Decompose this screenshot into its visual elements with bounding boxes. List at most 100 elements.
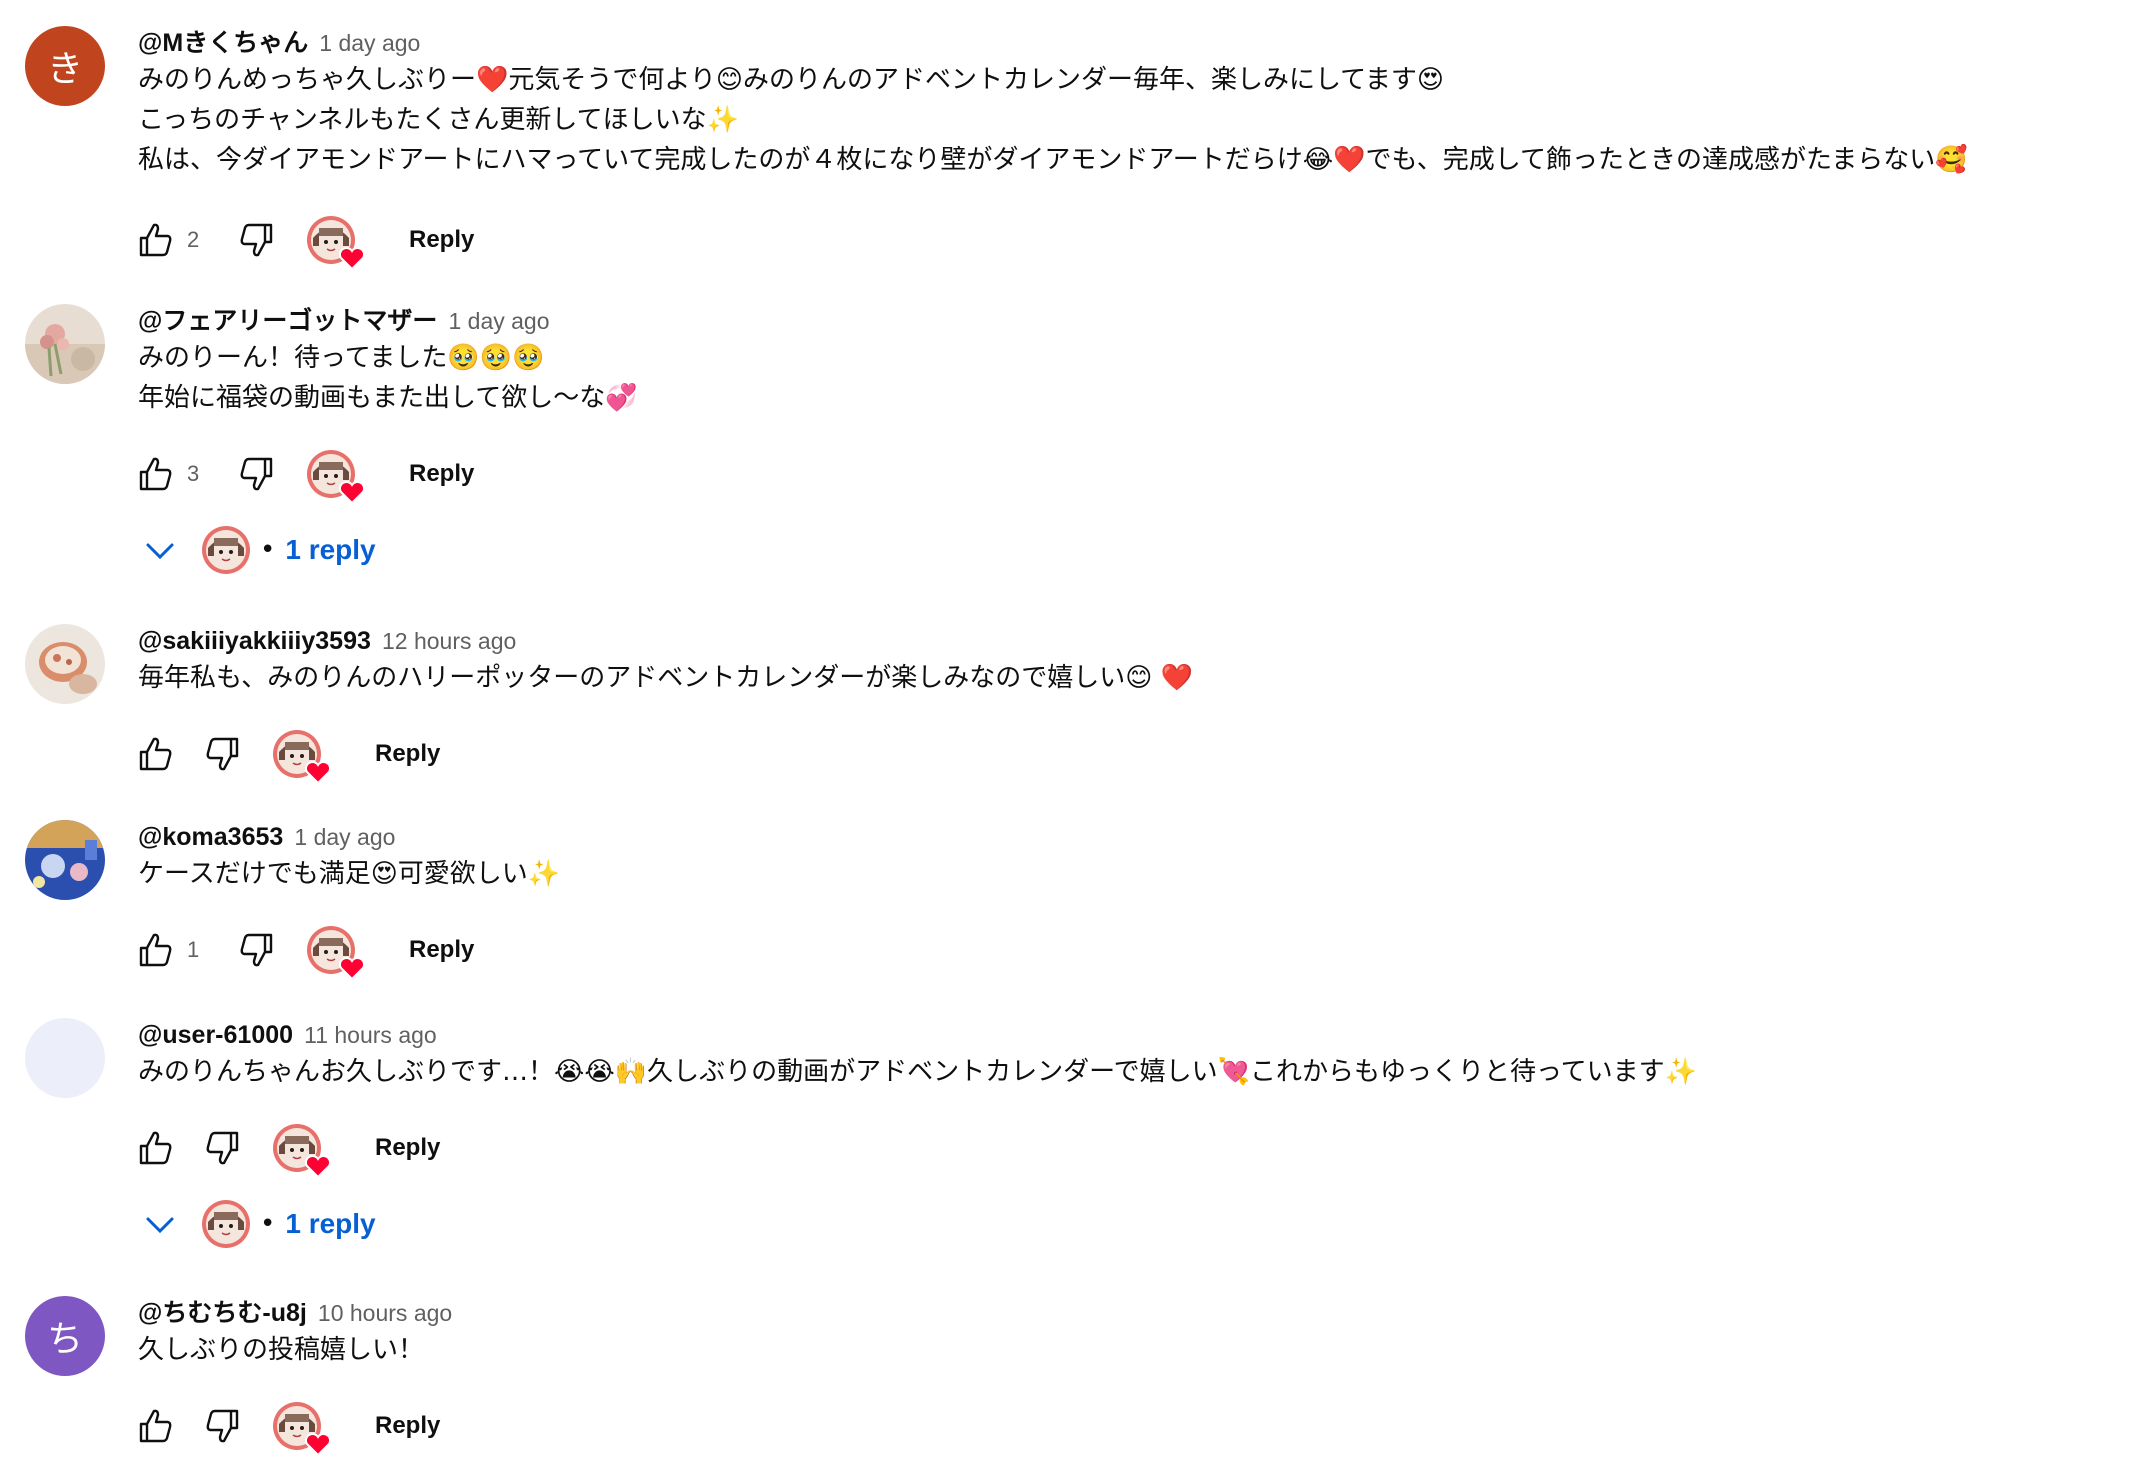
comment-text-line: みのりんちゃんお久しぶりです…！😭😭🙌久しぶりの動画がアドベントカレンダーで嬉し…	[138, 1057, 1698, 1087]
like-button[interactable]	[133, 1404, 177, 1448]
like-button[interactable]	[133, 1126, 177, 1170]
thumb-down-icon	[203, 1406, 243, 1446]
thumb-down-icon	[203, 1128, 243, 1168]
timestamp[interactable]: 1 day ago	[448, 308, 549, 334]
comment-body: @koma3653 1 day ago ケースだけでも満足😍可愛欲しい✨	[138, 820, 2138, 894]
comment-text-line: 私は、今ダイアモンドアートにハマっていて完成したのが４枚になり壁がダイアモンドア…	[138, 145, 1968, 175]
reply-button[interactable]: Reply	[355, 1124, 460, 1172]
author-name[interactable]: @user-61000	[138, 1021, 293, 1049]
thumb-down-icon	[237, 220, 277, 260]
heart-icon	[305, 1432, 331, 1456]
creator-heart	[307, 450, 355, 498]
thumb-down-icon	[203, 734, 243, 774]
avatar[interactable]	[25, 1018, 105, 1098]
flower-photo-icon	[25, 304, 105, 384]
avatar[interactable]	[25, 820, 105, 900]
view-replies-button[interactable]: • 1 reply	[140, 522, 376, 578]
thumb-up-icon	[135, 734, 175, 774]
comment-text-line: 年始に福袋の動画もまた出して欲し〜な💞	[138, 383, 638, 413]
comment-text-line: ケースだけでも満足😍可愛欲しい✨	[138, 859, 561, 889]
timestamp[interactable]: 11 hours ago	[304, 1022, 437, 1048]
comment-actions: 3 Reply	[133, 446, 494, 502]
author-name[interactable]: @ちむちむ-u8j	[138, 1299, 307, 1327]
creator-heart	[273, 1124, 321, 1172]
author-name[interactable]: @フェアリーゴットマザー	[138, 307, 437, 335]
view-replies-button[interactable]: • 1 reply	[140, 1196, 376, 1252]
avatar[interactable]: き	[25, 26, 105, 106]
dislike-button[interactable]	[235, 928, 279, 972]
separator-dot: •	[260, 535, 276, 565]
creator-avatar-icon	[202, 526, 250, 574]
comment-header: @user-61000 11 hours ago	[138, 1018, 2138, 1052]
reply-button[interactable]: Reply	[389, 926, 494, 974]
comment-body: @Mきくちゃん 1 day ago みのりんめっちゃ久しぶりー❤️元気そうで何よ…	[138, 26, 2138, 180]
creator-heart	[273, 1402, 321, 1450]
replies-count: 1 reply	[285, 534, 376, 565]
comment-actions: Reply	[133, 726, 460, 782]
like-button[interactable]	[133, 218, 177, 262]
like-count: 3	[187, 461, 200, 486]
dislike-button[interactable]	[201, 732, 245, 776]
reply-button[interactable]: Reply	[355, 1402, 460, 1450]
creator-heart	[273, 730, 321, 778]
creator-avatar-icon	[202, 1200, 250, 1248]
comment-body: @フェアリーゴットマザー 1 day ago みのりーん！待ってました🥹🥹🥹 年…	[138, 304, 2138, 418]
comment-text-line: こっちのチャンネルもたくさん更新してほしいな✨	[138, 105, 739, 135]
replies-count: 1 reply	[285, 1208, 376, 1239]
heart-icon	[339, 480, 365, 504]
comment-actions: 1 Reply	[133, 922, 494, 978]
comment-text-line: 毎年私も、みのりんのハリーポッターのアドベントカレンダーが楽しみなので嬉しい😊 …	[138, 663, 1193, 693]
comment-body: @user-61000 11 hours ago みのりんちゃんお久しぶりです……	[138, 1018, 2138, 1092]
like-count: 1	[187, 937, 200, 962]
like-button[interactable]	[133, 928, 177, 972]
comment-actions: 2 Reply	[133, 212, 494, 268]
thumb-up-icon	[135, 454, 175, 494]
timestamp[interactable]: 1 day ago	[294, 824, 395, 850]
comment-text-line: 久しぶりの投稿嬉しい！	[138, 1335, 425, 1365]
thumb-down-icon	[237, 454, 277, 494]
like-button[interactable]	[133, 732, 177, 776]
thumb-up-icon	[135, 1406, 175, 1446]
avatar[interactable]	[25, 304, 105, 384]
comment-body: @sakiiiyakkiiiy3593 12 hours ago 毎年私も、みの…	[138, 624, 2138, 698]
thumb-up-icon	[135, 1128, 175, 1168]
comment-body: @ちむちむ-u8j 10 hours ago 久しぶりの投稿嬉しい！	[138, 1296, 2138, 1370]
creator-heart	[307, 926, 355, 974]
author-name[interactable]: @koma3653	[138, 823, 283, 851]
separator-dot: •	[260, 1209, 276, 1239]
blue-photo-icon	[25, 820, 105, 900]
author-name[interactable]: @Mきくちゃん	[138, 29, 308, 57]
comment-text-line: みのりんめっちゃ久しぶりー❤️元気そうで何より😊みのりんのアドベントカレンダー毎…	[138, 65, 1444, 95]
comment-header: @フェアリーゴットマザー 1 day ago	[138, 304, 2138, 338]
thumb-up-icon	[135, 220, 175, 260]
avatar[interactable]	[25, 624, 105, 704]
heart-icon	[339, 246, 365, 270]
dislike-button[interactable]	[201, 1126, 245, 1170]
timestamp[interactable]: 12 hours ago	[382, 628, 516, 654]
avatar-letter: ち	[46, 1319, 83, 1360]
timestamp[interactable]: 1 day ago	[319, 30, 420, 56]
avatar[interactable]: ち	[25, 1296, 105, 1376]
comment-text-line: みのりーん！待ってました🥹🥹🥹	[138, 343, 545, 373]
comment-actions: Reply	[133, 1120, 460, 1176]
comment-header: @sakiiiyakkiiiy3593 12 hours ago	[138, 624, 2138, 658]
like-button[interactable]	[133, 452, 177, 496]
chevron-down-icon	[146, 543, 174, 560]
thumb-up-icon	[135, 930, 175, 970]
comment-header: @koma3653 1 day ago	[138, 820, 2138, 854]
timestamp[interactable]: 10 hours ago	[318, 1300, 452, 1326]
reply-button[interactable]: Reply	[389, 216, 494, 264]
like-count: 2	[187, 227, 200, 252]
thumb-down-icon	[237, 930, 277, 970]
dislike-button[interactable]	[235, 218, 279, 262]
chevron-down-icon	[146, 1217, 174, 1234]
creator-heart	[307, 216, 355, 264]
author-name[interactable]: @sakiiiyakkiiiy3593	[138, 627, 371, 655]
reply-button[interactable]: Reply	[389, 450, 494, 498]
food-photo-icon	[25, 624, 105, 704]
heart-icon	[305, 1154, 331, 1178]
reply-button[interactable]: Reply	[355, 730, 460, 778]
heart-icon	[339, 956, 365, 980]
dislike-button[interactable]	[201, 1404, 245, 1448]
dislike-button[interactable]	[235, 452, 279, 496]
